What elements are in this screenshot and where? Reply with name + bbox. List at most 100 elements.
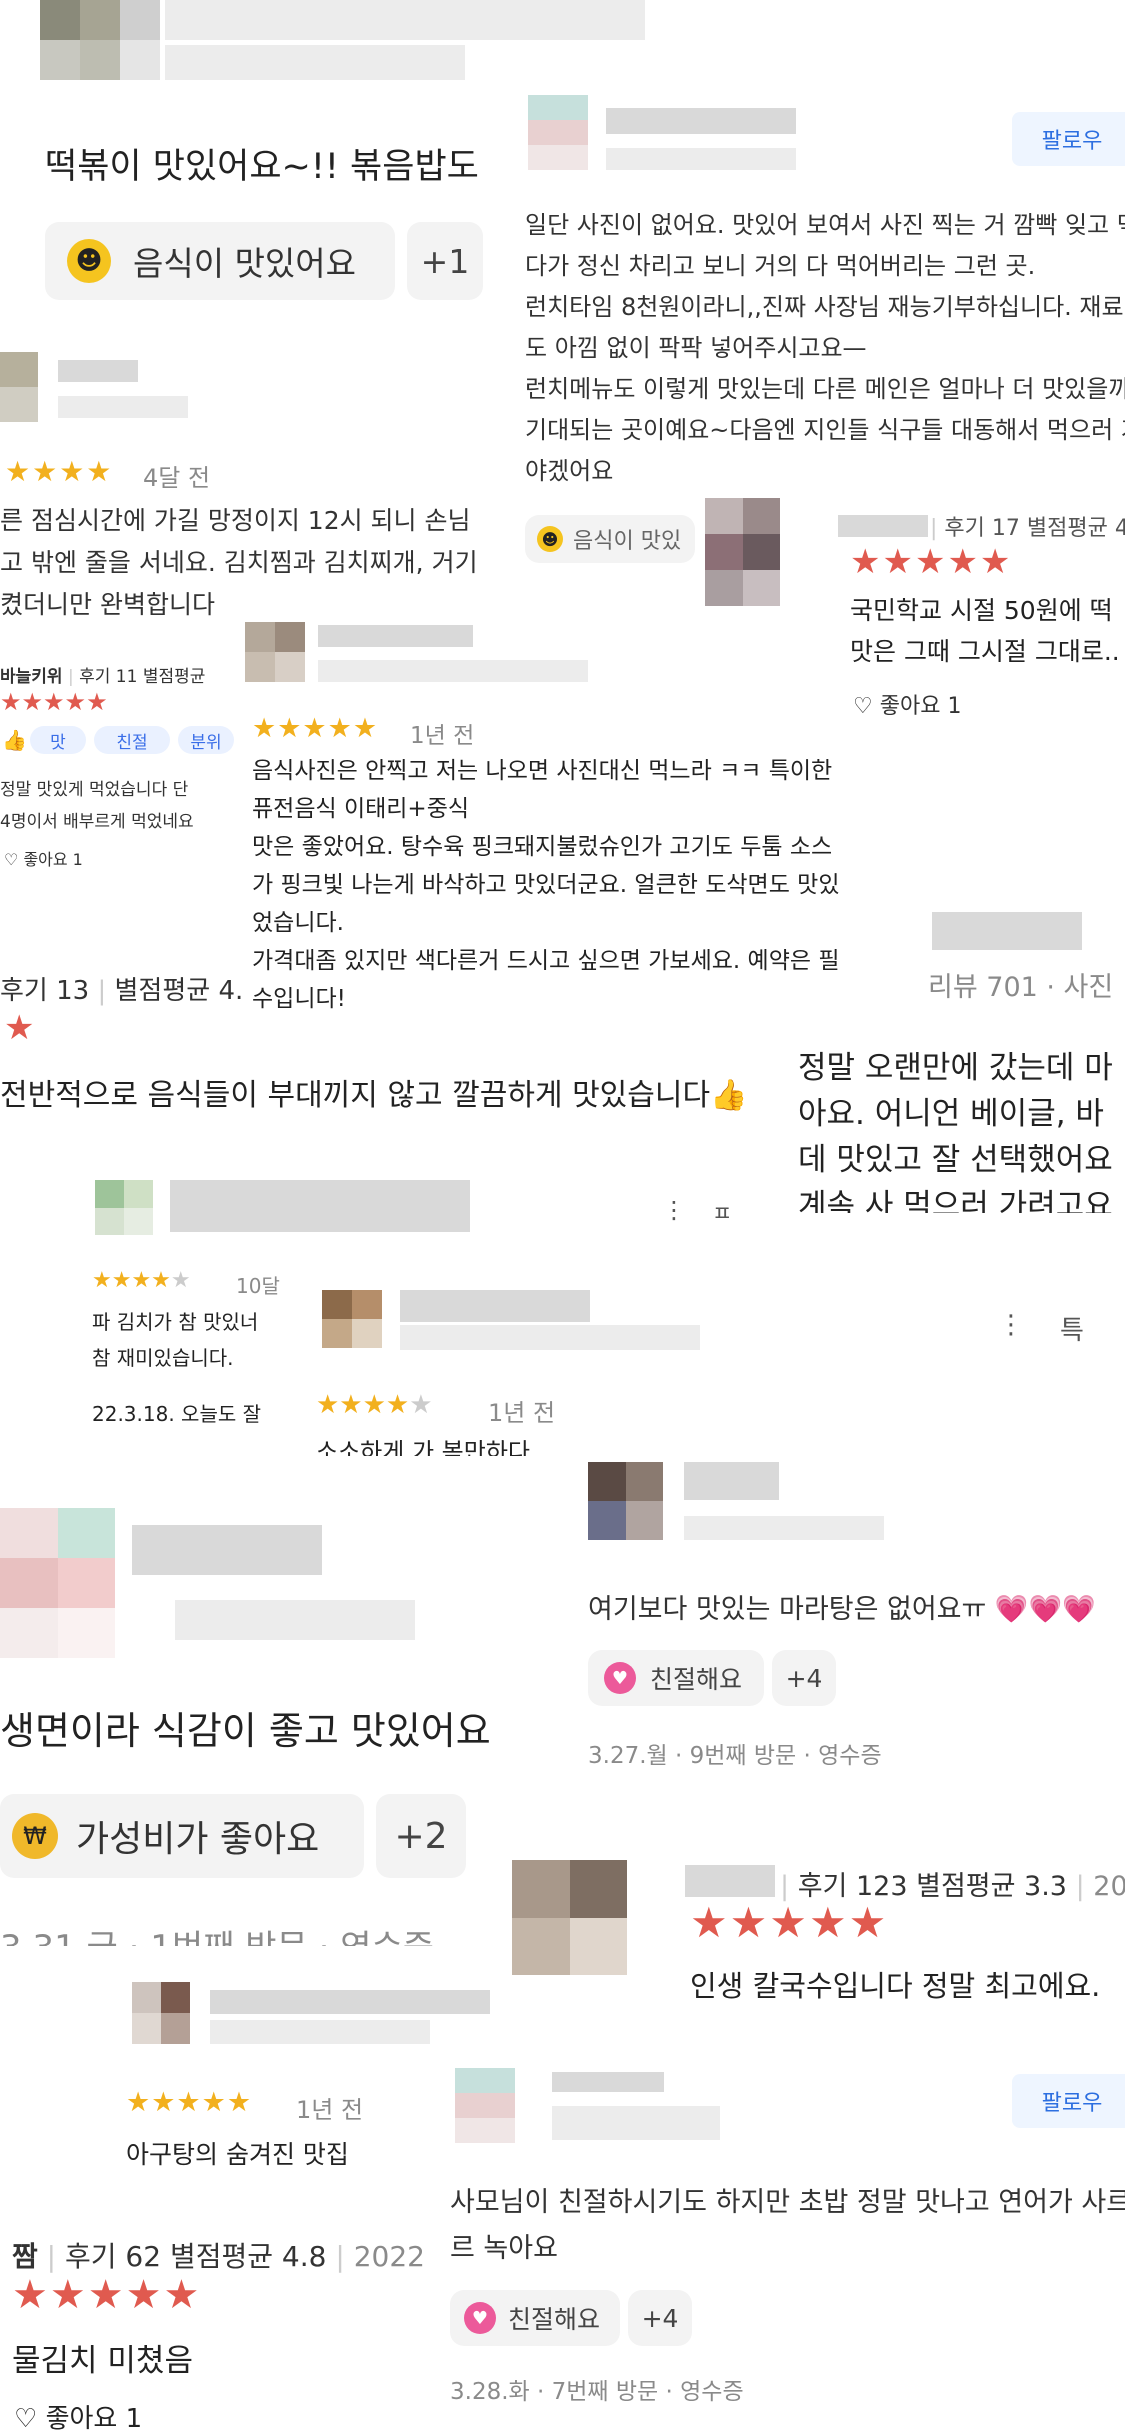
- blurred-meta: [552, 2106, 720, 2140]
- thumbs-up-icon: 👍: [2, 728, 27, 752]
- star-rating: ★★★★★: [850, 542, 1013, 582]
- more-chips-count[interactable]: +1: [407, 222, 483, 300]
- review-text: 생면이라 식감이 좋고 맛있어요: [0, 1709, 491, 1753]
- review-date: 4달 전: [143, 464, 211, 492]
- star-rating: ★★★★★: [92, 1268, 191, 1293]
- blurred-username: [400, 1290, 590, 1322]
- avatar: [528, 95, 588, 170]
- more-options-icon[interactable]: ⋮: [998, 1310, 1024, 1340]
- visit-info: 3.31.금 · 1번째 방문 · 영수증: [0, 1920, 434, 1946]
- review-meta: | 후기 17 별점평균 4: [930, 516, 1125, 541]
- avatar: [455, 2068, 515, 2143]
- keyword-chip[interactable]: ₩ 가성비가 좋아요: [0, 1794, 364, 1878]
- keyword-chip-mood[interactable]: 분위: [178, 726, 234, 754]
- blurred-username: [838, 515, 928, 537]
- review-body: 파 김치가 참 맛있너 참 재미있습니다. 22.3.18. 오늘도 잘: [92, 1310, 262, 1426]
- visit-info: 3.27.월 · 9번째 방문 · 영수증: [588, 1743, 882, 1769]
- keyword-chip-kind[interactable]: 친절: [94, 726, 170, 754]
- more-chips-count[interactable]: +4: [772, 1650, 836, 1706]
- review-text: 전반적으로 음식들이 부대끼지 않고 깔끔하게 맛있습니다👍: [0, 1078, 748, 1113]
- blurred-meta: [58, 396, 188, 418]
- hidden-extra: 특: [1060, 1316, 1084, 1346]
- like-button[interactable]: ♡ 좋아요 1: [4, 846, 83, 870]
- blurred-username: [132, 1525, 322, 1575]
- avatar: [705, 498, 780, 606]
- avatar: [0, 1508, 115, 1658]
- more-chips-count[interactable]: +4: [628, 2290, 692, 2346]
- heart-emoji-icon: ♥: [604, 1662, 636, 1694]
- visit-info: 3.28.화 · 7번째 방문 · 영수증: [450, 2379, 744, 2405]
- hidden-extra: ㅍ: [712, 1202, 733, 1227]
- avatar: [40, 0, 160, 80]
- chip-label: 음식이 맛있어요: [133, 244, 357, 283]
- review-date: 1년 전: [410, 723, 475, 749]
- chip-label: 가성비가 좋아요: [76, 1819, 320, 1860]
- review-body: 소소하게 가 봄만하다: [316, 1438, 530, 1456]
- review-body: 국민학교 시절 50원에 떡 맛은 그때 그시절 그대로..: [850, 596, 1120, 666]
- follow-button[interactable]: 팔로우: [1012, 2074, 1125, 2128]
- star-rating: ★★★★★: [252, 713, 379, 744]
- review-body: 정말 오랜만에 갔는데 마 아요. 어니언 베이글, 바 데 맛있고 잘 선택했…: [798, 1050, 1113, 1213]
- blurred-username: [685, 1865, 775, 1897]
- avatar: [322, 1290, 382, 1348]
- review-body: 일단 사진이 없어요. 맛있어 보여서 사진 찍는 거 깜빡 잊고 먹 다가 정…: [525, 211, 1125, 485]
- blurred-meta: [210, 2020, 430, 2044]
- review-date: 1년 전: [296, 2096, 364, 2124]
- review-text: 아구탕의 숨겨진 맛집: [126, 2140, 349, 2169]
- keyword-chip[interactable]: ♥ 친절해요: [450, 2290, 620, 2346]
- review-count: 리뷰 701 · 사진: [928, 972, 1114, 1003]
- blurred-meta: [400, 1325, 700, 1350]
- avatar: [245, 622, 305, 682]
- chip-label: 친절해요: [650, 1665, 743, 1694]
- star-rating: ★: [4, 1008, 35, 1048]
- visit-info-clip: 3.31.금 · 1번째 방문 · 영수증: [0, 1920, 440, 1946]
- review-text: 물김치 미쳤음: [12, 2343, 193, 2379]
- review-body: 사모님이 친절하시기도 하지만 초밥 정말 맛나고 연어가 사르 르 녹아요: [450, 2187, 1125, 2264]
- heart-icon: ♡: [853, 694, 873, 719]
- star-rating: ★★★★: [5, 455, 114, 488]
- smile-emoji-icon: ☻: [537, 526, 563, 552]
- blurred-username: [606, 108, 796, 134]
- blurred-username: [932, 912, 1082, 950]
- avatar: [132, 1982, 190, 2044]
- blurred-username: [58, 360, 138, 382]
- star-rating: ★★★★★: [316, 1390, 433, 1420]
- more-chips-count[interactable]: +2: [376, 1794, 466, 1878]
- more-options-icon[interactable]: ⋮: [662, 1196, 686, 1224]
- review-body: 음식사진은 안찍고 저는 나오면 사진대신 먹느라 ㅋㅋ 특이한 퓨전음식 이태…: [252, 758, 840, 1012]
- follow-button[interactable]: 팔로우: [1012, 112, 1125, 166]
- keyword-chip-taste[interactable]: 맛: [30, 726, 86, 754]
- avatar: [588, 1462, 663, 1540]
- blurred-username: [165, 0, 645, 40]
- blurred-meta: [318, 660, 588, 682]
- chip-label: 친절해요: [508, 2305, 601, 2334]
- chip-label: 음식이 맛있: [573, 529, 682, 554]
- like-button[interactable]: ♡ 좋아요 1: [853, 688, 961, 720]
- review-body: 정말 맛있게 먹었습니다 단 4명이서 배부르게 먹었네요: [0, 780, 194, 832]
- blurred-meta: [684, 1516, 884, 1540]
- keyword-chip[interactable]: ☻ 음식이 맛있어요: [45, 222, 395, 300]
- like-button[interactable]: ♡ 좋아요 1: [14, 2398, 142, 2435]
- review-text: 인생 칼국수입니다 정말 최고에요.: [690, 1969, 1101, 2003]
- avatar: [95, 1180, 153, 1235]
- blurred-meta: [165, 45, 465, 80]
- blurred-username: [210, 1990, 490, 2014]
- star-rating: ★★★★★: [126, 2087, 253, 2118]
- review-meta: 후기 13 | 별점평균 4.: [0, 976, 244, 1006]
- review-date: 10달: [236, 1274, 280, 1298]
- avatar: [512, 1860, 627, 1975]
- money-emoji-icon: ₩: [12, 1813, 58, 1859]
- heart-icon: ♡: [4, 850, 19, 869]
- review-meta: 바늘키위 | 후기 11 별점평균: [0, 667, 206, 687]
- heart-icon: ♡: [14, 2404, 38, 2434]
- smile-emoji-icon: ☻: [67, 239, 111, 283]
- star-rating: ★★★★★: [0, 688, 108, 716]
- star-rating: ★★★★★: [12, 2272, 202, 2318]
- review-meta: 짬 | 후기 62 별점평균 4.8 | 2022: [12, 2240, 425, 2273]
- blurred-username: [318, 625, 473, 647]
- review-text: 여기보다 맛있는 마라탕은 없어요ㅠ 💗💗💗: [588, 1594, 1096, 1625]
- blurred-username: [684, 1462, 779, 1500]
- review-date: 1년 전: [488, 1399, 556, 1427]
- keyword-chip[interactable]: ♥ 친절해요: [588, 1650, 764, 1706]
- keyword-chip[interactable]: ☻ 음식이 맛있: [525, 515, 695, 563]
